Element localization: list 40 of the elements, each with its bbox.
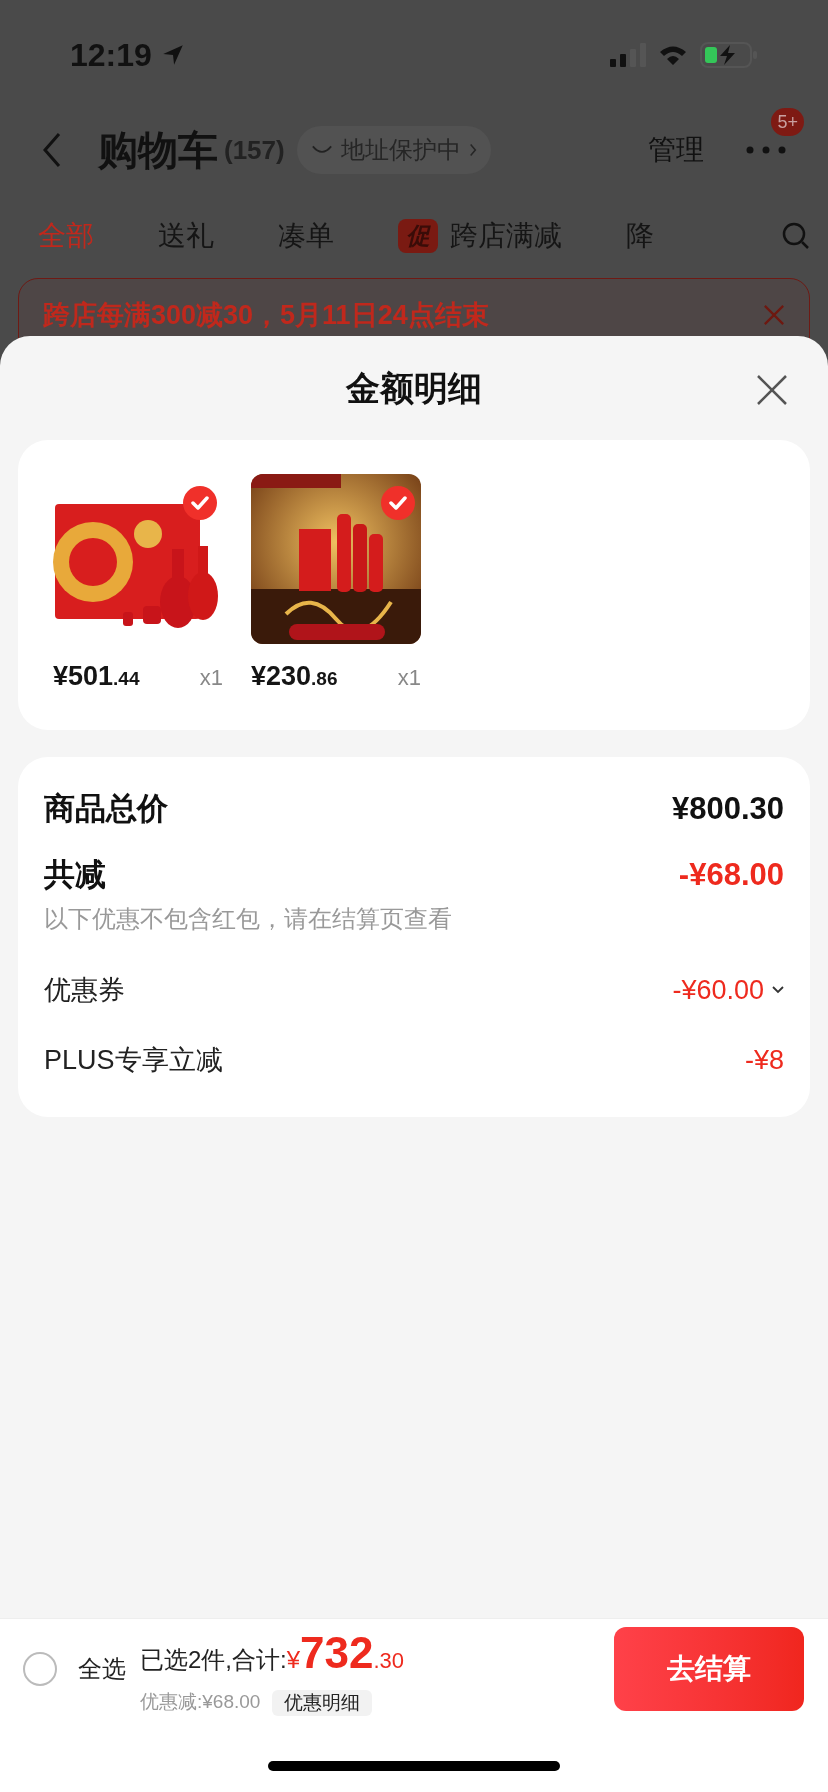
- manage-button[interactable]: 管理: [648, 129, 704, 171]
- battery-icon: [700, 42, 758, 68]
- close-icon[interactable]: [756, 374, 788, 406]
- checkmark-icon[interactable]: [183, 486, 217, 520]
- product-quantity: x1: [397, 664, 421, 692]
- discount-value: -¥8: [744, 1043, 784, 1077]
- summary-value: ¥800.30: [671, 789, 784, 828]
- discount-label: PLUS专享立减: [44, 1043, 223, 1077]
- more-icon[interactable]: [746, 146, 786, 154]
- promo-banner-text: 跨店每满300减30，5月11日24点结束: [43, 298, 489, 332]
- chevron-down-icon[interactable]: [772, 986, 784, 994]
- summary-value: -¥68.00: [678, 855, 784, 894]
- summary-note: 以下优惠不包含红包，请在结算页查看: [44, 904, 453, 934]
- status-time: 12:19: [70, 36, 152, 75]
- search-icon[interactable]: [782, 222, 810, 250]
- sheet-title: 金额明细: [346, 367, 482, 409]
- tab[interactable]: 全部: [38, 215, 94, 257]
- selected-summary: 已选2件,合计:: [140, 1645, 287, 1676]
- summary-label: 共减: [44, 855, 106, 894]
- chevron-icon: [468, 143, 477, 157]
- total-price: ¥732.30: [286, 1627, 405, 1680]
- signal-icon: [610, 43, 646, 67]
- discount-label: 优惠券: [44, 973, 125, 1007]
- checkout-button[interactable]: 去结算: [614, 1626, 804, 1711]
- smile-icon: [310, 144, 333, 156]
- select-all-checkbox[interactable]: [22, 1650, 58, 1687]
- select-all-label[interactable]: 全选: [78, 1650, 126, 1687]
- discount-value: -¥60.00: [672, 973, 764, 1007]
- page-title: 购物车: [98, 127, 218, 174]
- wifi-icon: [658, 44, 688, 66]
- promo-tag: 促: [398, 219, 438, 253]
- product-price: ¥501.44: [53, 660, 140, 693]
- notification-badge: 5+: [771, 108, 804, 136]
- checkmark-icon[interactable]: [381, 486, 415, 520]
- product-quantity: x1: [199, 664, 223, 692]
- summary-label: 商品总价: [44, 789, 168, 828]
- discount-detail-button[interactable]: 优惠明细: [272, 1689, 373, 1716]
- saving-text: 优惠减:¥68.00: [140, 1690, 261, 1715]
- back-icon[interactable]: [42, 132, 62, 168]
- product-price: ¥230.86: [251, 660, 338, 693]
